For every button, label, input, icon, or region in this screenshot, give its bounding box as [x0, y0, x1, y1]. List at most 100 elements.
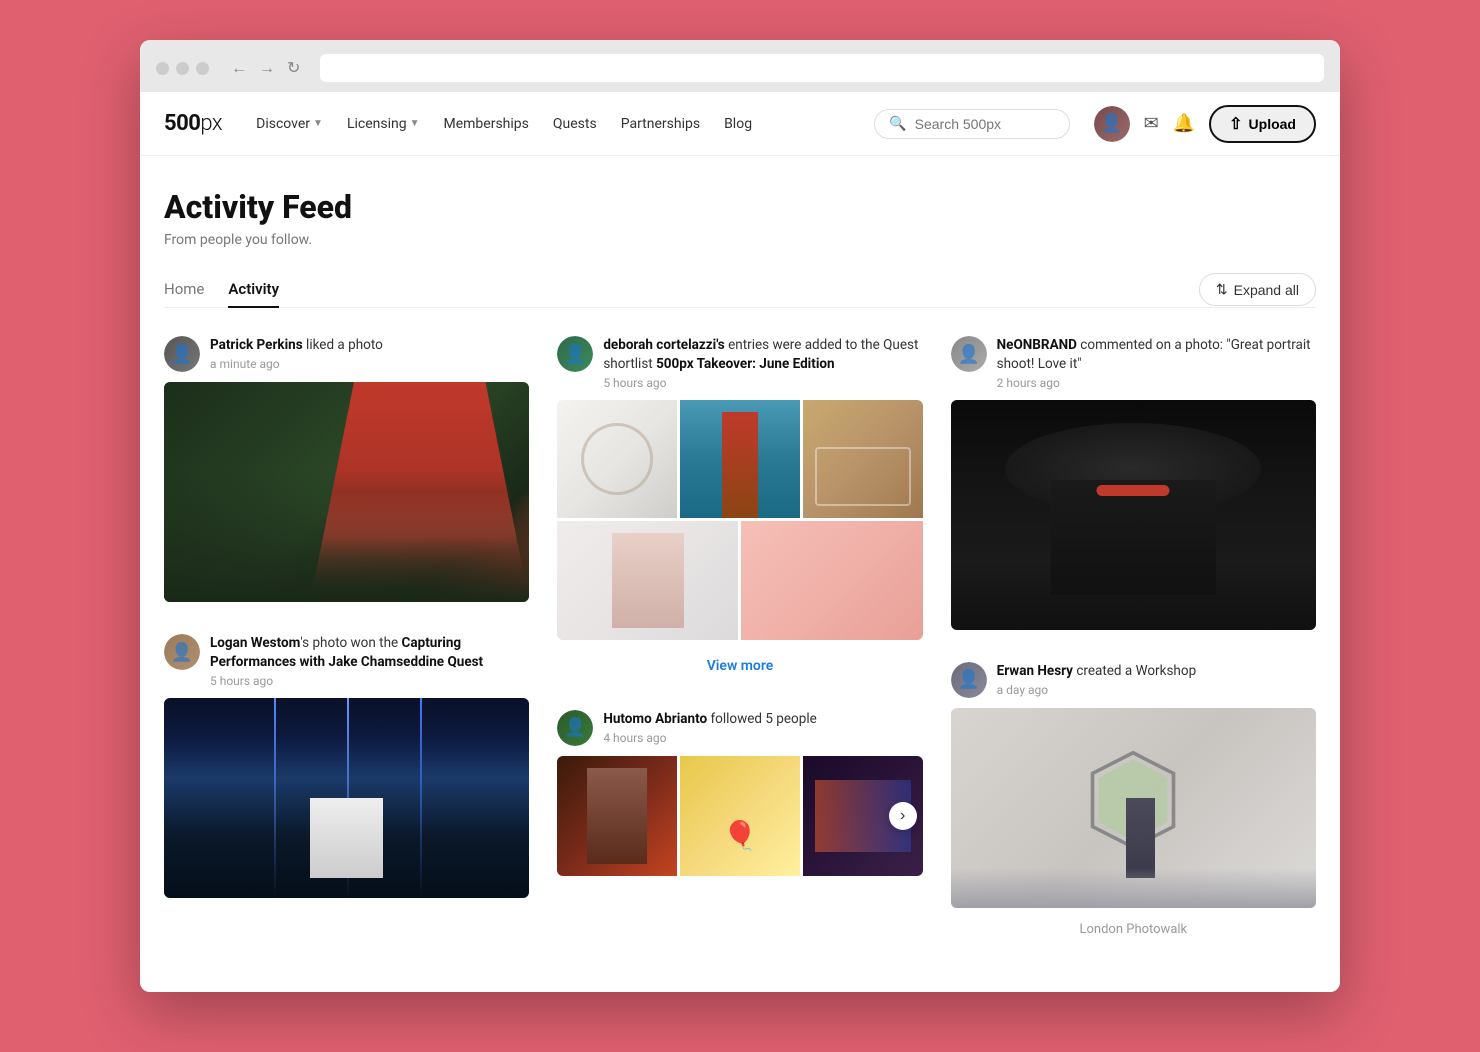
avatar-img-logan: 👤 — [164, 634, 200, 670]
avatar-logan[interactable]: 👤 — [164, 634, 200, 670]
feed-card-header-patrick: 👤 Patrick Perkins liked a photo a minute… — [164, 336, 529, 372]
action-logan-1: 's photo won the — [300, 635, 401, 651]
main-content: Activity Feed From people you follow. Ho… — [140, 156, 1340, 973]
username-logan[interactable]: Logan Westom — [210, 635, 300, 651]
user-avatar[interactable]: 👤 — [1094, 106, 1130, 142]
refresh-icon[interactable]: ↻ — [285, 56, 302, 80]
photo-deborah-2[interactable] — [680, 400, 800, 519]
nav-discover[interactable]: Discover ▼ — [246, 110, 333, 138]
avatar-placeholder: 👤 — [1094, 106, 1130, 142]
avatar-img-hutomo: 👤 — [557, 710, 593, 746]
back-icon[interactable]: ← — [229, 56, 249, 80]
nav-quests[interactable]: Quests — [543, 110, 607, 138]
photo-shadow — [164, 470, 529, 602]
browser-dots — [156, 62, 209, 75]
follow-photo-2[interactable]: 🎈 — [680, 756, 800, 876]
avatar-img-deborah: 👤 — [557, 336, 593, 372]
feed-text-patrick: Patrick Perkins liked a photo — [210, 336, 529, 355]
nav-blog[interactable]: Blog — [714, 110, 762, 138]
avatar-neon[interactable]: 👤 — [951, 336, 987, 372]
follow-next-button[interactable]: › — [889, 802, 917, 830]
discover-chevron: ▼ — [313, 118, 323, 129]
light-3 — [420, 698, 422, 898]
photo-image-patrick — [164, 382, 529, 602]
avatar-img-neon: 👤 — [951, 336, 987, 372]
feed-card-logan: 👤 Logan Westom's photo won the Capturing… — [164, 634, 529, 898]
photo-deborah-3[interactable] — [803, 400, 923, 519]
feed-meta-hutomo: Hutomo Abrianto followed 5 people 4 hour… — [603, 710, 922, 745]
feed-card-neon: 👤 NeONBRAND commented on a photo: "Great… — [951, 336, 1316, 630]
lips-shape — [1097, 485, 1170, 497]
avatar-silhouette-hutomo: 👤 — [557, 710, 593, 746]
expand-all-button[interactable]: ⇅ Expand all — [1199, 273, 1316, 306]
username-patrick[interactable]: Patrick Perkins — [210, 337, 303, 353]
floor — [951, 868, 1316, 908]
photo-patrick[interactable] — [164, 382, 529, 602]
nav-licensing[interactable]: Licensing ▼ — [337, 110, 430, 138]
feed-card-erwan: 👤 Erwan Hesry created a Workshop a day a… — [951, 662, 1316, 941]
feed-meta-erwan: Erwan Hesry created a Workshop a day ago — [997, 662, 1316, 697]
tab-activity[interactable]: Activity — [228, 272, 279, 308]
avatar-deborah[interactable]: 👤 — [557, 336, 593, 372]
follow-photo-1[interactable] — [557, 756, 677, 876]
username-erwan[interactable]: Erwan Hesry — [997, 663, 1073, 679]
photo-deborah-4[interactable] — [557, 521, 738, 640]
feed-meta-logan: Logan Westom's photo won the Capturing P… — [210, 634, 529, 688]
feed-card-header-logan: 👤 Logan Westom's photo won the Capturing… — [164, 634, 529, 688]
username-deborah[interactable]: deborah cortelazzi's — [603, 337, 724, 353]
tab-home[interactable]: Home — [164, 272, 204, 308]
upload-button[interactable]: ⇧ Upload — [1209, 105, 1316, 143]
time-neon: 2 hours ago — [997, 376, 1316, 390]
photo-deborah-1[interactable] — [557, 400, 677, 519]
time-erwan: a day ago — [997, 683, 1316, 697]
photo-logan[interactable] — [164, 698, 529, 898]
quests-label: Quests — [553, 116, 597, 132]
person-1 — [587, 768, 647, 864]
workshop-photo — [951, 708, 1316, 908]
feed-meta-neon: NeONBRAND commented on a photo: "Great p… — [997, 336, 1316, 390]
photo-neon[interactable] — [951, 400, 1316, 630]
app-container: 500px Discover ▼ Licensing ▼ Memberships… — [140, 92, 1340, 992]
photo-deborah-5[interactable] — [741, 521, 922, 640]
nav-partnerships[interactable]: Partnerships — [611, 110, 710, 138]
feed-text-logan: Logan Westom's photo won the Capturing P… — [210, 634, 529, 672]
site-logo[interactable]: 500px — [164, 111, 222, 136]
notifications-icon[interactable]: 🔔 — [1173, 113, 1195, 134]
feed-card-hutomo: 👤 Hutomo Abrianto followed 5 people 4 ho… — [557, 710, 922, 876]
browser-titlebar: ← → ↻ — [140, 40, 1340, 92]
partnerships-label: Partnerships — [621, 116, 700, 132]
balloon-shape: 🎈 — [723, 819, 758, 852]
avatar-silhouette-deborah: 👤 — [557, 336, 593, 372]
username-neon[interactable]: NeONBRAND — [997, 337, 1077, 353]
light-1 — [274, 698, 276, 898]
workshop-image-erwan[interactable] — [951, 708, 1316, 908]
expand-all-label: Expand all — [1234, 282, 1299, 298]
avatar-hutomo[interactable]: 👤 — [557, 710, 593, 746]
nav-memberships[interactable]: Memberships — [434, 110, 539, 138]
feed-meta-patrick: Patrick Perkins liked a photo a minute a… — [210, 336, 529, 371]
avatar-erwan[interactable]: 👤 — [951, 662, 987, 698]
avatar-img-erwan: 👤 — [951, 662, 987, 698]
person-standing — [1126, 798, 1155, 878]
avatar-patrick[interactable]: 👤 — [164, 336, 200, 372]
username-hutomo[interactable]: Hutomo Abrianto — [603, 711, 707, 727]
action-erwan: created a Workshop — [1073, 663, 1196, 679]
search-icon: 🔍 — [889, 116, 906, 132]
address-bar[interactable] — [320, 54, 1324, 82]
view-more-link[interactable]: View more — [557, 650, 922, 682]
forward-icon[interactable]: → — [257, 56, 277, 80]
avatar-image: 👤 — [1094, 106, 1130, 142]
feed-grid: 👤 Patrick Perkins liked a photo a minute… — [164, 336, 1316, 941]
search-bar[interactable]: 🔍 — [874, 109, 1069, 139]
photo-grid-deborah — [557, 400, 922, 640]
upload-label: Upload — [1249, 116, 1296, 132]
messages-icon[interactable]: ✉ — [1144, 113, 1159, 134]
licensing-label: Licensing — [347, 116, 407, 132]
feed-text-hutomo: Hutomo Abrianto followed 5 people — [603, 710, 922, 729]
search-input[interactable] — [915, 116, 1055, 132]
blog-label: Blog — [724, 116, 752, 132]
avatar-silhouette-logan: 👤 — [164, 634, 200, 670]
feed-text-erwan: Erwan Hesry created a Workshop — [997, 662, 1316, 681]
time-hutomo: 4 hours ago — [603, 731, 922, 745]
photo-grid-bottom-row — [557, 521, 922, 640]
